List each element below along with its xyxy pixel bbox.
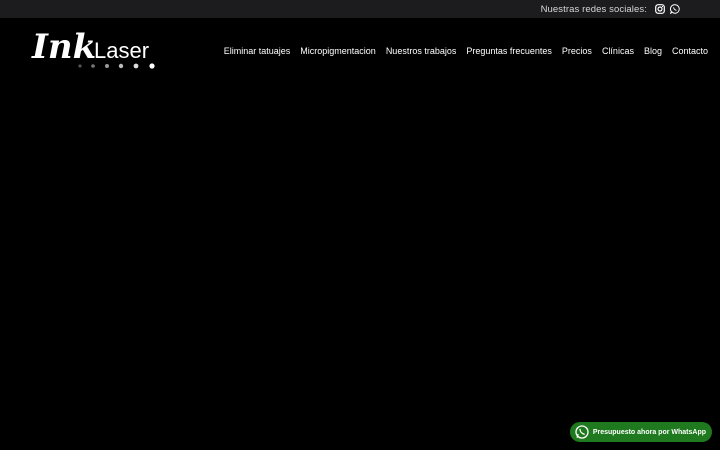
social-label: Nuestras redes sociales:: [540, 3, 647, 15]
whatsapp-quote-button[interactable]: Presupuesto ahora por WhatsApp: [569, 422, 712, 442]
nav-preguntas-frecuentes[interactable]: Preguntas frecuentes: [466, 46, 552, 56]
whatsapp-icon: [575, 425, 589, 439]
nav-micropigmentacion[interactable]: Micropigmentacion: [300, 46, 376, 56]
nav-nuestros-trabajos[interactable]: Nuestros trabajos: [386, 46, 457, 56]
nav-contacto[interactable]: Contacto: [672, 46, 708, 56]
nav-eliminar-tatuajes[interactable]: Eliminar tatuajes: [224, 46, 291, 56]
inklaser-logo[interactable]: Ink Laser: [30, 24, 160, 74]
nav-blog[interactable]: Blog: [644, 46, 662, 56]
logo-ink-text: Ink: [31, 27, 96, 67]
whatsapp-button-label: Presupuesto ahora por WhatsApp: [592, 428, 706, 436]
nav-clinicas[interactable]: Clínicas: [602, 46, 634, 56]
main-nav: Eliminar tatuajes Micropigmentacion Nues…: [224, 46, 708, 56]
instagram-icon[interactable]: [654, 4, 665, 15]
whatsapp-icon[interactable]: [669, 4, 680, 15]
nav-precios[interactable]: Precios: [562, 46, 592, 56]
top-bar: Nuestras redes sociales:: [0, 0, 720, 18]
hero-section: [0, 80, 720, 450]
site-header: Ink Laser Eliminar tatuajes Micropigment…: [0, 18, 720, 80]
logo-laser-text: Laser: [94, 38, 149, 63]
